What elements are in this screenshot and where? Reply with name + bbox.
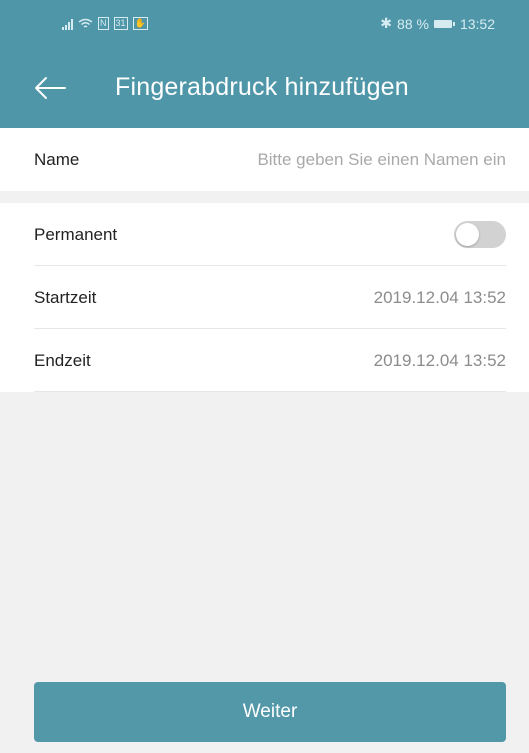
name-input[interactable] xyxy=(196,149,506,170)
end-time-label: Endzeit xyxy=(34,350,91,370)
permanent-row: Permanent xyxy=(0,203,529,266)
status-right: ✱ 88 % 13:52 xyxy=(380,15,495,32)
section-gap xyxy=(0,191,529,203)
start-time-value: 2019.12.04 13:52 xyxy=(373,287,506,307)
status-bar: N 31 ✋ ✱ 88 % 13:52 xyxy=(0,0,529,47)
battery-percent: 88 % xyxy=(397,15,429,32)
name-label: Name xyxy=(34,149,80,169)
start-time-row[interactable]: Startzeit 2019.12.04 13:52 xyxy=(0,266,529,329)
back-button[interactable] xyxy=(33,73,69,103)
name-section: Name xyxy=(0,128,529,191)
start-time-label: Startzeit xyxy=(34,287,97,307)
arrow-left-icon xyxy=(35,76,66,99)
app-notification-icon: ✋ xyxy=(132,17,148,30)
permanent-label: Permanent xyxy=(34,224,118,244)
time-section: Permanent Startzeit 2019.12.04 13:52 End… xyxy=(0,203,529,392)
toggle-knob xyxy=(456,223,479,246)
wifi-icon xyxy=(78,18,93,28)
page-title: Fingerabdruck hinzufügen xyxy=(115,73,409,101)
permanent-toggle[interactable] xyxy=(454,221,506,248)
end-time-row[interactable]: Endzeit 2019.12.04 13:52 xyxy=(0,329,529,392)
calendar-icon: 31 xyxy=(113,17,128,30)
status-time: 13:52 xyxy=(459,15,495,32)
app-bar: Fingerabdruck hinzufügen xyxy=(0,47,529,128)
end-time-value: 2019.12.04 13:52 xyxy=(373,350,506,370)
nfc-icon: N xyxy=(98,17,109,30)
bluetooth-icon: ✱ xyxy=(380,15,393,31)
status-left: N 31 ✋ xyxy=(62,17,148,30)
battery-icon xyxy=(433,19,455,28)
next-button[interactable]: Weiter xyxy=(34,682,506,742)
name-row: Name xyxy=(0,128,529,191)
signal-icon xyxy=(62,18,73,30)
